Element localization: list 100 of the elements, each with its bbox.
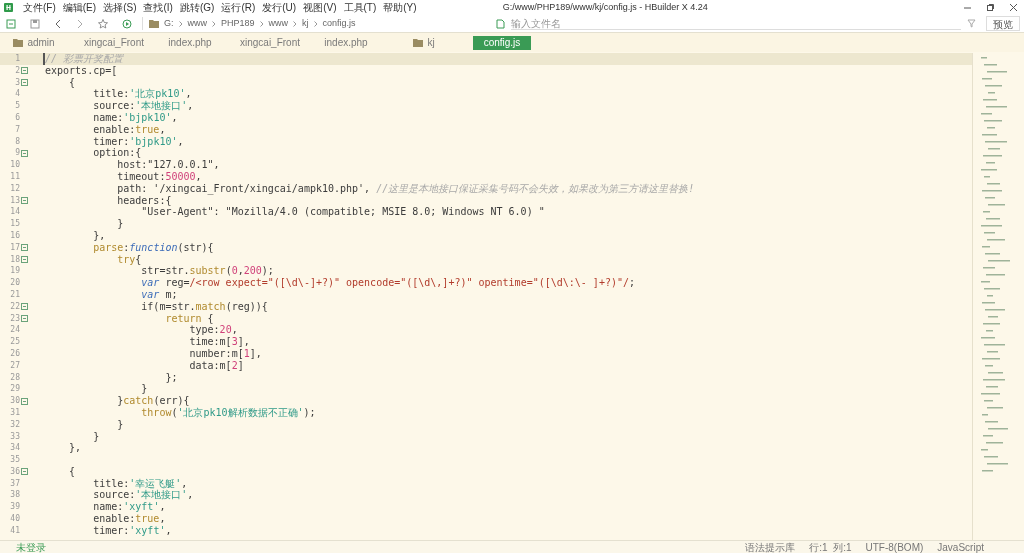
run-icon[interactable] bbox=[122, 18, 132, 29]
code-line: var m; bbox=[140, 288, 178, 301]
breadcrumb-item[interactable]: kj bbox=[302, 16, 309, 31]
line-number: 27 bbox=[9, 359, 20, 372]
menu-item[interactable]: 帮助(Y) bbox=[382, 0, 418, 15]
maximize-icon[interactable] bbox=[986, 3, 995, 12]
code-line: }, bbox=[92, 229, 106, 242]
close-icon[interactable] bbox=[1009, 3, 1018, 12]
line-number: 1 bbox=[14, 53, 20, 65]
fold-icon[interactable] bbox=[21, 255, 28, 263]
fold-icon[interactable] bbox=[21, 67, 28, 75]
file-tab[interactable]: config.js bbox=[473, 35, 531, 50]
preview-button[interactable]: 预览 bbox=[986, 16, 1020, 31]
file-tab[interactable]: kj bbox=[395, 35, 453, 50]
code-line: } bbox=[116, 218, 124, 230]
line-number: 24 bbox=[9, 324, 20, 337]
menu-item[interactable]: 工具(T) bbox=[342, 0, 378, 15]
fold-icon[interactable] bbox=[21, 468, 28, 476]
code-line: source:'本地接口', bbox=[92, 489, 194, 502]
code-line: }; bbox=[164, 371, 178, 384]
menu-item[interactable]: 编辑(E) bbox=[61, 0, 98, 15]
code-line: } bbox=[116, 418, 124, 431]
line-number: 29 bbox=[9, 383, 20, 396]
forward-icon[interactable] bbox=[76, 18, 84, 29]
line-number: 21 bbox=[9, 288, 20, 301]
menu-item[interactable]: 发行(U) bbox=[261, 0, 298, 15]
login-status[interactable]: 未登录 bbox=[0, 539, 46, 553]
line-number: 36 bbox=[9, 465, 20, 478]
code-line: time:m[3], bbox=[188, 336, 250, 348]
cursor-position: 行:1 列:1 bbox=[809, 540, 852, 553]
fold-icon[interactable] bbox=[21, 397, 28, 405]
code-line: data:m[2] bbox=[188, 359, 244, 372]
file-tab[interactable]: admin bbox=[5, 35, 63, 50]
file-tab[interactable]: index.php bbox=[161, 35, 219, 50]
line-number: 6 bbox=[14, 112, 20, 124]
file-icon[interactable] bbox=[496, 18, 505, 29]
encoding[interactable]: UTF-8(BOM) bbox=[865, 539, 924, 553]
code-line: str=str.substr(0,200); bbox=[140, 265, 274, 278]
code-line: title:'幸运飞艇', bbox=[92, 477, 188, 490]
line-number: 38 bbox=[9, 489, 20, 502]
line-number: 8 bbox=[14, 135, 20, 148]
back-icon[interactable] bbox=[54, 18, 62, 29]
app-logo-icon bbox=[4, 3, 13, 12]
code-line: }, bbox=[68, 442, 82, 455]
fold-icon[interactable] bbox=[21, 244, 28, 252]
menu-item[interactable]: 运行(R) bbox=[220, 0, 257, 15]
menu-item[interactable]: 查找(I) bbox=[142, 0, 174, 15]
line-number: 3 bbox=[14, 76, 20, 89]
breadcrumb-item[interactable]: config.js bbox=[322, 16, 356, 31]
code-line: parse:function(str){ bbox=[92, 241, 214, 254]
file-tab[interactable]: index.php bbox=[317, 35, 375, 50]
code-line: var reg=/<row expect="([\d\-]+?)" opencode="([\d\,]+?)" opentime="([\d\:\- ]+?)"/; bbox=[140, 277, 636, 289]
file-search-field[interactable]: 输入文件名 bbox=[511, 17, 961, 30]
fold-icon[interactable] bbox=[21, 303, 28, 311]
breadcrumb-item[interactable]: www bbox=[187, 16, 207, 31]
breadcrumb-item[interactable]: www bbox=[268, 16, 289, 31]
fold-icon[interactable] bbox=[21, 79, 28, 86]
line-number: 41 bbox=[9, 524, 20, 537]
code-line: enable:true, bbox=[92, 123, 166, 136]
line-number: 35 bbox=[9, 454, 20, 466]
folder-icon bbox=[13, 38, 24, 47]
star-icon[interactable] bbox=[98, 18, 108, 29]
code-line: timeout:50000, bbox=[116, 170, 202, 183]
code-line: return { bbox=[164, 312, 214, 325]
line-number: 32 bbox=[9, 418, 20, 431]
code-line: title:'北京pk10', bbox=[92, 88, 192, 101]
line-number: 18 bbox=[9, 253, 20, 266]
filter-icon[interactable] bbox=[967, 19, 976, 28]
breadcrumb-item[interactable]: PHP189 bbox=[221, 16, 255, 31]
line-number: 39 bbox=[9, 501, 20, 514]
menu-item[interactable]: 选择(S) bbox=[102, 0, 138, 15]
menu-item[interactable]: 文件(F) bbox=[22, 0, 57, 15]
code-line: source:'本地接口', bbox=[92, 100, 194, 112]
breadcrumb-item[interactable]: G: bbox=[164, 16, 174, 31]
fold-icon[interactable] bbox=[21, 314, 28, 322]
line-number: 10 bbox=[9, 159, 20, 171]
menu-item[interactable]: 跳转(G) bbox=[178, 0, 216, 15]
code-line: }catch(err){ bbox=[116, 395, 190, 407]
code-line: if(m=str.match(reg)){ bbox=[140, 300, 268, 313]
chevron-icon bbox=[212, 20, 216, 27]
line-number: 30 bbox=[9, 395, 20, 407]
code-line: timer:'bjpk10', bbox=[92, 135, 184, 148]
project-icon[interactable] bbox=[6, 18, 16, 29]
fold-icon[interactable] bbox=[21, 196, 28, 204]
language-mode[interactable]: JavaScript bbox=[937, 539, 984, 553]
line-number: 9 bbox=[14, 147, 20, 160]
save-icon[interactable] bbox=[30, 18, 40, 29]
code-line: headers:{ bbox=[116, 194, 172, 207]
code-line: number:m[1], bbox=[188, 347, 262, 360]
fold-icon[interactable] bbox=[21, 149, 28, 157]
menu-item[interactable]: 视图(V) bbox=[302, 0, 338, 15]
code-line: enable:true, bbox=[92, 513, 166, 525]
line-number: 13 bbox=[9, 194, 20, 207]
chevron-icon bbox=[293, 20, 298, 27]
line-number: 15 bbox=[9, 218, 20, 230]
syntax-hint[interactable]: 语法提示库 bbox=[745, 539, 796, 553]
chevron-icon bbox=[178, 20, 183, 27]
line-number: 19 bbox=[9, 265, 20, 278]
folder-icon bbox=[413, 38, 424, 47]
code-line: option:{ bbox=[92, 147, 142, 160]
